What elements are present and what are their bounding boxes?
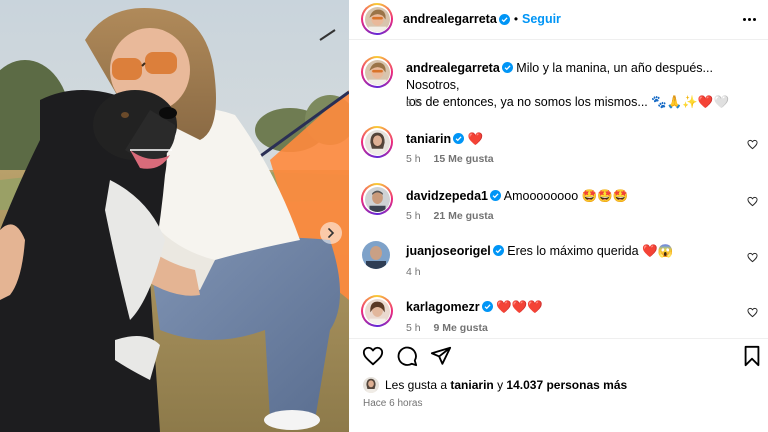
comment-body: Amoooooooo 🤩🤩🤩 — [503, 189, 629, 203]
verified-badge-icon — [489, 190, 501, 201]
caption-username[interactable]: andrealegarreta — [406, 61, 500, 75]
separator-dot: • — [513, 12, 519, 26]
comment-meta: 5 h 15 Me gusta — [406, 153, 494, 165]
comment-meta: 5 h 9 Me gusta — [406, 322, 488, 334]
comment-body: Eres lo máximo querida ❤️😱 — [507, 244, 674, 258]
liker-avatar — [363, 377, 379, 393]
chevron-right-icon — [328, 228, 335, 238]
comment-item: karlagomezr ❤️❤️❤️ 5 h 9 Me gusta — [349, 294, 768, 338]
post-side-panel: andrealegarreta • Seguir andrealegarreta… — [349, 0, 768, 432]
caption-avatar-image — [364, 59, 390, 85]
comment-meta: 5 h 21 Me gusta — [406, 210, 494, 222]
post-header: andrealegarreta • Seguir — [349, 0, 768, 40]
caption-time: 6 h — [406, 97, 421, 109]
comment-heart-icon[interactable] — [747, 139, 758, 150]
caption-line-2: los de entonces, ya no somos los mismos.… — [406, 95, 730, 109]
comment-likes[interactable]: 15 Me gusta — [434, 153, 494, 165]
comment-time: 5 h — [406, 210, 421, 222]
comment-time: 4 h — [406, 266, 421, 278]
verified-badge-icon — [498, 13, 510, 25]
likes-user[interactable]: taniarin — [450, 378, 493, 392]
post-photo[interactable] — [0, 0, 349, 432]
comment-avatar[interactable] — [362, 241, 390, 269]
caption: andrealegarreta Milo y la manina, un año… — [349, 52, 768, 114]
likes-middle: y — [497, 378, 504, 392]
liker-avatar-image — [363, 377, 379, 393]
author-avatar[interactable] — [361, 3, 393, 35]
comment-item: taniarin ❤️ 5 h 15 Me gusta — [349, 125, 768, 175]
carousel-next-button[interactable] — [320, 222, 342, 244]
action-bar — [349, 338, 768, 370]
comment-likes[interactable]: 21 Me gusta — [434, 210, 494, 222]
bookmark-icon[interactable] — [741, 345, 763, 367]
comment-likes[interactable]: 9 Me gusta — [434, 322, 488, 334]
comment-username[interactable]: juanjoseorigel — [406, 244, 491, 258]
post-image — [0, 0, 349, 432]
caption-avatar[interactable] — [361, 56, 393, 88]
comment-text: davidzepeda1 Amoooooooo 🤩🤩🤩 — [406, 188, 746, 205]
comment-heart-icon[interactable] — [747, 252, 758, 263]
comment-heart-icon[interactable] — [747, 307, 758, 318]
verified-badge-icon — [481, 301, 493, 312]
comment-meta: 4 h — [406, 266, 421, 278]
comment-text: juanjoseorigel Eres lo máximo querida ❤️… — [406, 243, 746, 260]
comment-avatar[interactable] — [361, 183, 393, 215]
comment-body: ❤️ — [467, 132, 484, 146]
verified-badge-icon — [492, 245, 504, 256]
comment-time: 5 h — [406, 322, 421, 334]
caption-meta: 6 h — [406, 97, 421, 109]
comment-item: davidzepeda1 Amoooooooo 🤩🤩🤩 5 h 21 Me gu… — [349, 182, 768, 232]
author-avatar-image — [364, 6, 390, 32]
comment-body: ❤️❤️❤️ — [496, 300, 543, 314]
comment-avatar[interactable] — [361, 126, 393, 158]
comment-avatar[interactable] — [361, 295, 393, 327]
comment-avatar-image — [362, 241, 390, 269]
comment-username[interactable]: taniarin — [406, 132, 451, 146]
comment-username[interactable]: karlagomezr — [406, 300, 480, 314]
comment-icon[interactable] — [396, 345, 418, 367]
likes-summary[interactable]: Les gusta a taniarin y 14.037 personas m… — [363, 377, 627, 393]
follow-button[interactable]: Seguir — [522, 12, 561, 26]
likes-count[interactable]: 14.037 personas más — [506, 378, 627, 392]
comment-avatar-image — [364, 298, 390, 324]
verified-badge-icon — [453, 133, 465, 144]
comment-avatar-image — [364, 186, 390, 212]
comment-avatar-image — [364, 129, 390, 155]
comment-text: karlagomezr ❤️❤️❤️ — [406, 299, 746, 316]
comment-text: taniarin ❤️ — [406, 131, 746, 148]
comment-username[interactable]: davidzepeda1 — [406, 189, 488, 203]
comment-heart-icon[interactable] — [747, 196, 758, 207]
post-time: Hace 6 horas — [363, 398, 423, 409]
share-icon[interactable] — [430, 345, 452, 367]
likes-prefix: Les gusta a — [385, 378, 448, 392]
more-options-icon[interactable] — [740, 10, 758, 28]
author-username[interactable]: andrealegarreta — [403, 12, 497, 26]
heart-icon[interactable] — [362, 345, 384, 367]
verified-badge-icon — [501, 62, 513, 73]
comment-item: juanjoseorigel Eres lo máximo querida ❤️… — [349, 239, 768, 289]
caption-text: andrealegarreta Milo y la manina, un año… — [406, 60, 746, 111]
comment-time: 5 h — [406, 153, 421, 165]
